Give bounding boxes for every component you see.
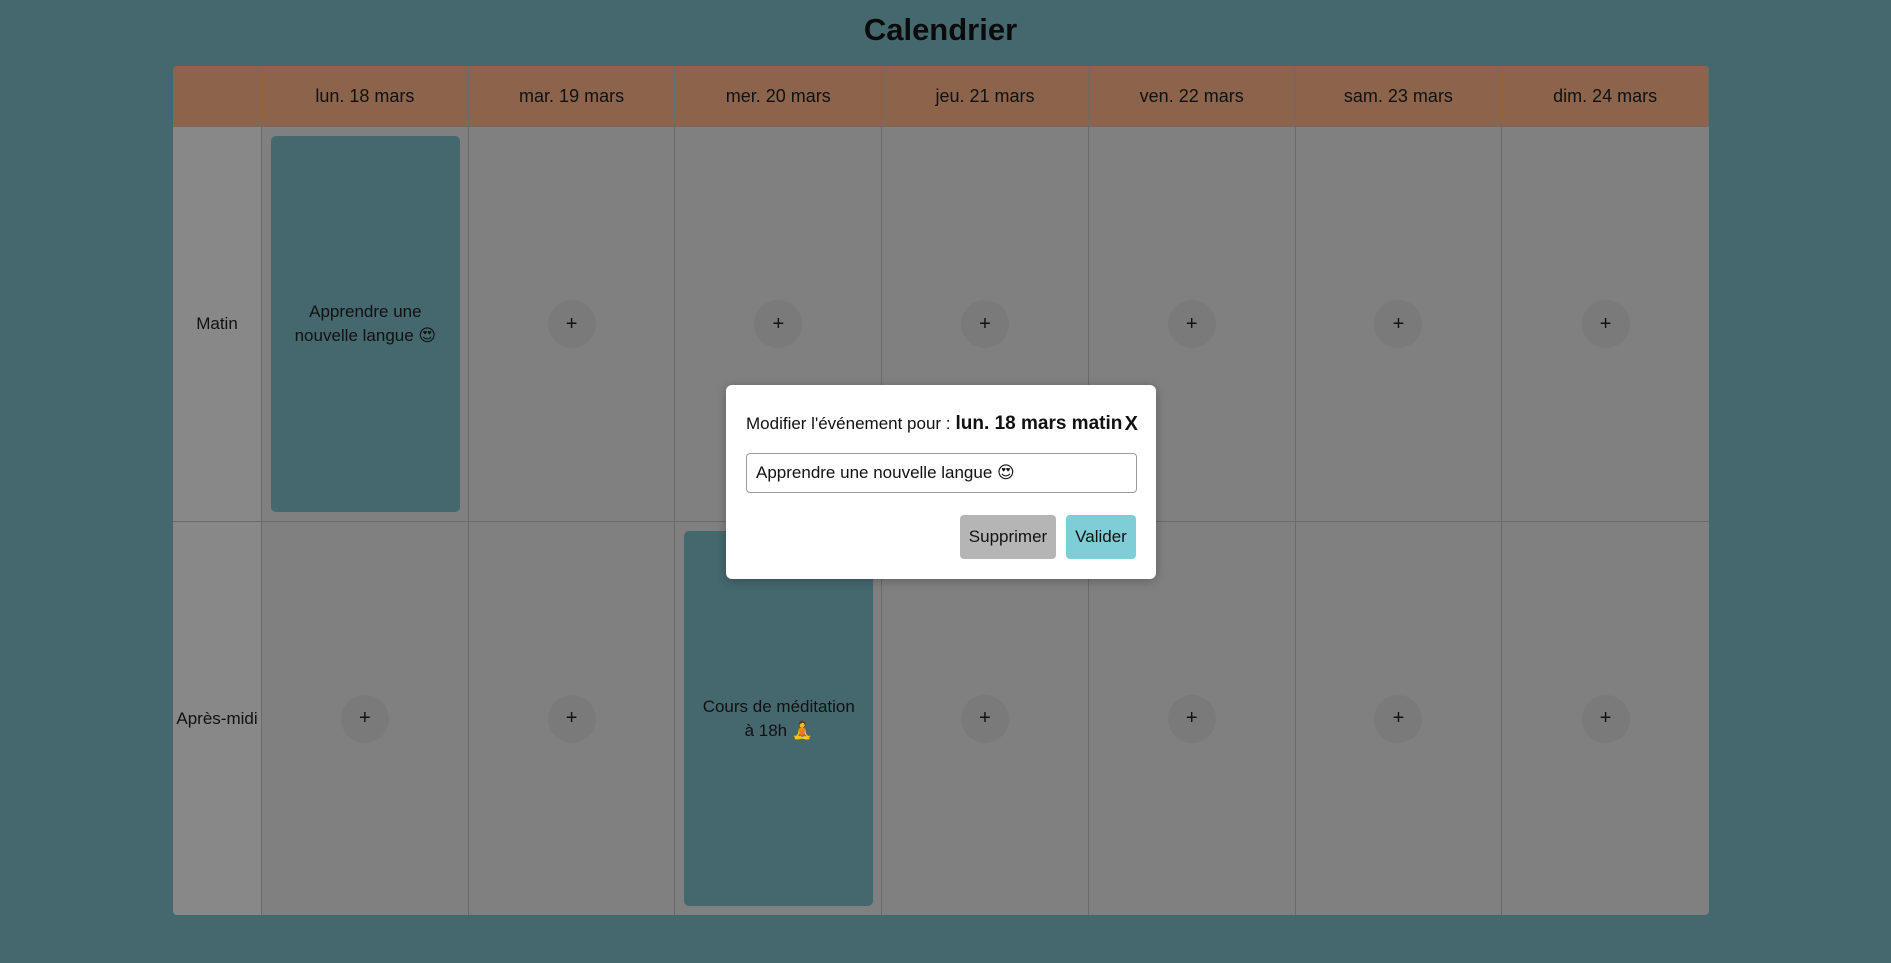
event-title-input[interactable] bbox=[746, 453, 1137, 493]
cell-mon-morning: Apprendre une nouvelle langue 😍 bbox=[262, 127, 469, 522]
add-event-button[interactable]: + bbox=[960, 694, 1009, 743]
day-header: jeu. 21 mars bbox=[882, 66, 1089, 127]
day-header: mar. 19 mars bbox=[468, 66, 676, 127]
add-event-button[interactable]: + bbox=[1581, 300, 1630, 348]
close-icon[interactable]: X bbox=[1125, 413, 1138, 436]
cell-fri-afternoon: + bbox=[1089, 522, 1296, 915]
add-event-button[interactable]: + bbox=[340, 694, 389, 743]
cell-mon-afternoon: + bbox=[262, 522, 469, 915]
period-label-morning: Matin bbox=[173, 127, 262, 522]
page-title: Calendrier bbox=[863, 12, 1018, 47]
add-event-button[interactable]: + bbox=[547, 694, 596, 743]
add-event-button[interactable]: + bbox=[1374, 694, 1423, 743]
cell-tue-morning: + bbox=[468, 127, 676, 522]
cell-thu-afternoon: + bbox=[882, 522, 1089, 915]
modal-title-prefix: Modifier l'événement pour : bbox=[746, 414, 951, 433]
modal-title-target: lun. 18 mars matin bbox=[955, 413, 1123, 434]
event-mon-morning[interactable]: Apprendre une nouvelle langue 😍 bbox=[271, 136, 460, 512]
event-wed-afternoon[interactable]: Cours de méditation à 18h 🧘 bbox=[684, 531, 874, 906]
add-event-button[interactable]: + bbox=[1581, 694, 1630, 743]
cell-sun-morning: + bbox=[1502, 127, 1709, 522]
add-event-button[interactable]: + bbox=[1374, 300, 1423, 348]
cell-wed-afternoon: Cours de méditation à 18h 🧘 bbox=[675, 522, 883, 915]
day-header: ven. 22 mars bbox=[1088, 66, 1296, 127]
day-header: mer. 20 mars bbox=[675, 66, 883, 127]
day-header: lun. 18 mars bbox=[262, 66, 469, 127]
edit-event-modal: Modifier l'événement pour : lun. 18 mars… bbox=[726, 385, 1156, 579]
period-label-afternoon: Après-midi bbox=[173, 522, 262, 915]
add-event-button[interactable]: + bbox=[1167, 300, 1216, 348]
day-header: sam. 23 mars bbox=[1295, 66, 1503, 127]
cell-tue-afternoon: + bbox=[469, 522, 676, 915]
add-event-button[interactable]: + bbox=[754, 300, 803, 348]
cell-sat-morning: + bbox=[1295, 127, 1503, 522]
validate-button[interactable]: Valider bbox=[1066, 515, 1136, 559]
corner-header bbox=[173, 66, 262, 127]
cell-sat-afternoon: + bbox=[1296, 522, 1503, 915]
add-event-button[interactable]: + bbox=[547, 300, 596, 348]
add-event-button[interactable]: + bbox=[1167, 694, 1216, 743]
add-event-button[interactable]: + bbox=[960, 300, 1009, 348]
day-header: dim. 24 mars bbox=[1502, 66, 1709, 127]
delete-button[interactable]: Supprimer bbox=[960, 515, 1056, 559]
cell-sun-afternoon: + bbox=[1502, 522, 1709, 915]
modal-header: Modifier l'événement pour : lun. 18 mars… bbox=[746, 409, 1138, 439]
